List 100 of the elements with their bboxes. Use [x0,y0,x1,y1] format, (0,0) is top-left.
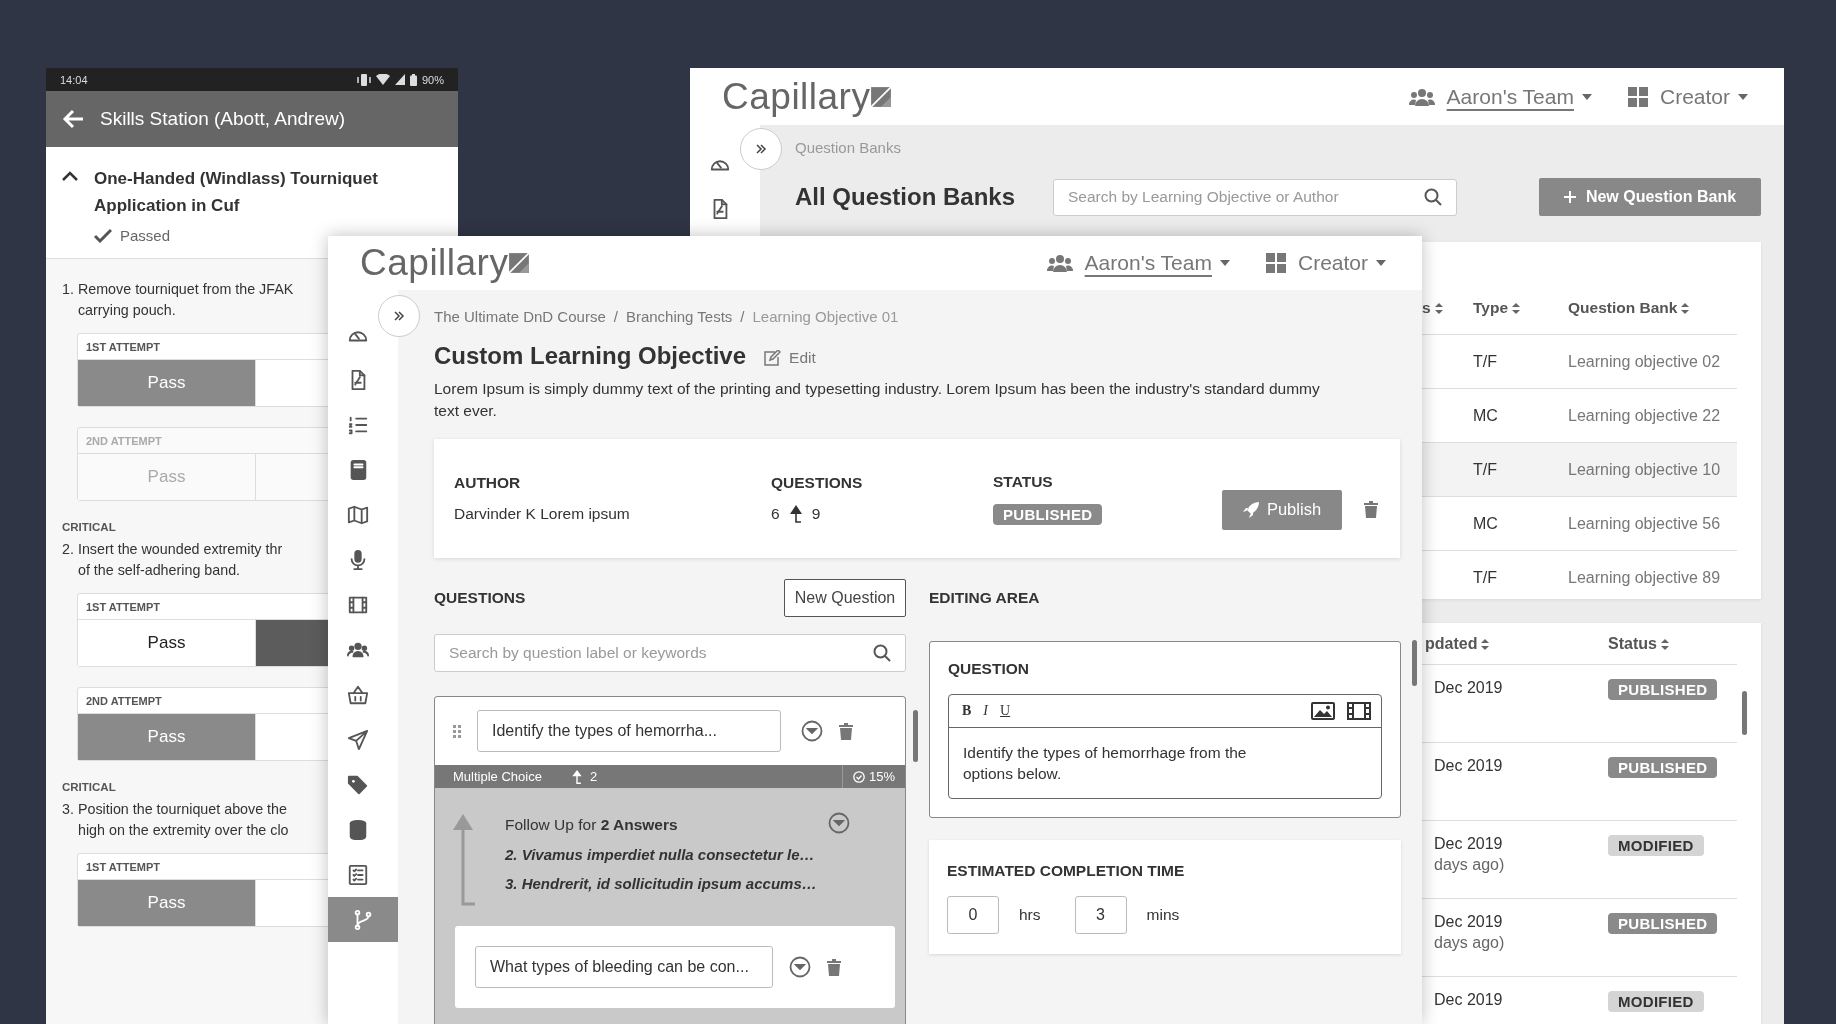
question-label-field[interactable]: What types of bleeding can be con... [475,946,773,988]
breadcrumb-link[interactable]: The Ultimate DnD Course [434,308,606,325]
field-label: AUTHOR [454,474,521,492]
role-selector[interactable]: Creator [1297,251,1368,275]
new-question-bank-button[interactable]: New Question Bank [1539,178,1761,216]
publish-button[interactable]: Publish [1222,489,1342,530]
drag-handle-icon[interactable] [453,724,461,738]
chevron-circle-icon[interactable] [828,812,850,834]
status-badge: PUBLISHED [1608,679,1718,700]
step-number: 3. [62,800,74,819]
sort-icon[interactable] [1512,302,1521,314]
table-cell: T/F [1473,568,1497,587]
back-arrow-icon[interactable] [62,109,84,129]
relative-date: days ago) [1434,856,1505,874]
format-button[interactable]: I [980,703,991,719]
attempt-label: 1ST ATTEMPT [85,860,161,875]
trash-icon[interactable] [1364,501,1378,518]
chevron-circle-icon[interactable] [789,956,811,978]
question-label-field[interactable]: Identify the types of hemorrha... [477,710,781,752]
critical-label: CRITICAL [62,521,116,533]
caret-icon [1738,93,1748,100]
trash-icon[interactable] [839,722,853,740]
question-text: Identify the types of hemorrhage from the options below. [962,743,1248,784]
format-button[interactable]: B [959,703,975,719]
team-link[interactable]: Aaron's Team [1084,251,1212,275]
chevron-circle-icon[interactable] [801,720,823,742]
edit-button[interactable]: Edit [764,349,816,367]
role-selector[interactable]: Creator [1659,84,1730,109]
date-cell: Dec 2019 [1434,991,1503,1009]
column-header[interactable]: Type [1473,299,1521,317]
table-row[interactable]: T/F Learning objective 89 [1422,551,1737,604]
step-number: 1. [62,280,74,299]
scrollbar[interactable] [1412,640,1417,686]
vibrate-icon [356,73,371,86]
answer-option: 3. Hendrerit, id sollicitudin ipsum accums… [505,875,817,892]
column-header[interactable]: pdated [1422,635,1490,653]
card-title: QUESTION [948,660,1029,678]
search-icon [873,644,891,662]
table-cell: Learning objective 02 [1568,352,1721,371]
search-icon [1424,188,1442,206]
map-icon [347,503,369,526]
step-instruction: Insert the wounded extremity thr of the self-adhering band. [77,540,283,580]
grid-icon [1627,86,1648,107]
users-icon [1046,253,1073,273]
sort-icon[interactable] [1681,302,1690,314]
breadcrumb-link[interactable]: Branching Tests [625,308,733,325]
search-field[interactable]: Search by Learning Objective or Author [1053,178,1457,216]
field-label: STATUS [993,472,1053,491]
minutes-field[interactable]: 3 [1074,896,1127,934]
rocket-icon [1242,501,1259,518]
step-instruction: Remove tourniquet from the JFAK carrying pouch. [77,280,294,320]
sort-icon[interactable] [1434,302,1443,314]
section-title: QUESTIONS [434,589,526,607]
trash-icon[interactable] [827,958,841,976]
battery-icon [409,73,417,86]
grid-icon [1265,253,1286,273]
status-badge: PUBLISHED [1608,757,1718,778]
format-button[interactable]: U [997,703,1014,719]
film-icon[interactable] [1347,702,1371,720]
table-row[interactable]: T/F Learning objective 10 [1422,443,1737,497]
search-input[interactable]: Search by Learning Objective or Author [1068,179,1424,215]
status-badge: PUBLISHED [1608,913,1718,934]
checklist-icon [347,863,369,886]
step-instruction: Position the tourniquet above the high on the extremity over the clo [77,800,289,840]
attempt-label: 2ND ATTEMPT [85,434,163,449]
scrollbar[interactable] [1742,691,1747,735]
logo: Capillary [360,243,531,283]
result-option[interactable]: Pass [78,620,256,666]
scrollbar[interactable] [913,710,918,762]
date-cell: Dec 2019 [1434,679,1503,697]
table-cell: MC [1473,406,1498,425]
table-cell: MC [1473,514,1498,533]
description: Lorem Ipsum is simply dummy text of the printing and typesetting industry. Lorem Ipsum has been the industry's standard dummy text ever. [434,379,1321,421]
sort-icon[interactable] [1481,638,1490,650]
attempt-label: 2ND ATTEMPT [85,694,163,709]
date-cell: Dec 2019 [1434,835,1503,853]
team-link[interactable]: Aaron's Team [1446,84,1574,109]
wifi-icon [375,74,390,85]
column-header[interactable]: Question Bank [1568,299,1690,317]
image-icon[interactable] [1311,702,1335,720]
table-cell: T/F [1473,352,1497,371]
status-badge: PUBLISHED [993,503,1103,525]
follow-up-count: 2 [589,769,598,784]
column-header[interactable]: s [1422,299,1443,317]
logo: Capillary [722,76,893,117]
caret-icon [1581,93,1592,100]
question-type: Multiple Choice [453,769,542,784]
new-question-button[interactable]: New Question [784,579,906,617]
column-header[interactable]: Status [1608,635,1669,653]
critical-label: CRITICAL [62,781,116,793]
skill-status: Passed [120,227,171,244]
rich-text-editor[interactable]: B I U Identify the types of hemorrhage from the options below. [948,694,1382,799]
chevron-icon[interactable] [62,171,78,181]
sort-icon[interactable] [1660,638,1669,650]
breadcrumb-separator: / [613,308,618,325]
table-cell: Learning objective 22 [1568,406,1721,425]
table-cell: Learning objective 89 [1568,568,1721,587]
branch-nav-button[interactable] [328,897,398,942]
hours-field[interactable]: 0 [947,896,999,934]
follow-up-title: Follow Up for 2 Answers [505,816,678,834]
